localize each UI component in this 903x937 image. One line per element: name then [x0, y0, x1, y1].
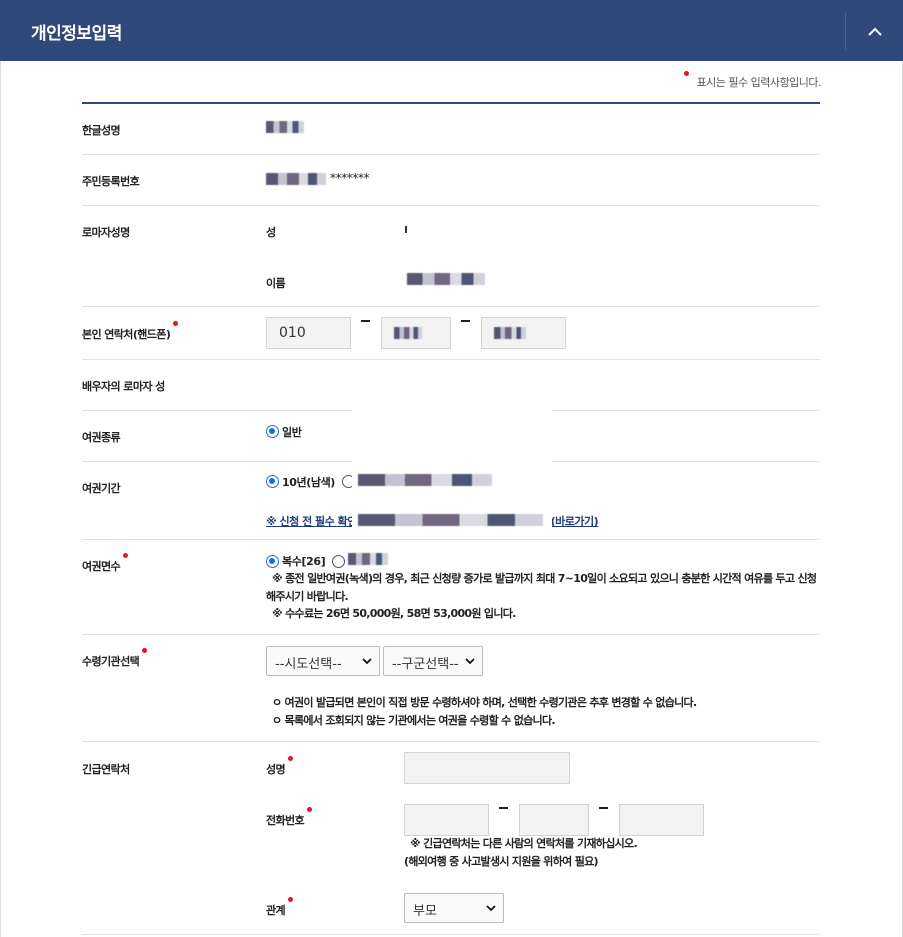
- pages-58-label-masked: [348, 553, 388, 565]
- row-divider: [82, 306, 820, 307]
- passport-type-general-label: 일반: [282, 426, 302, 439]
- passport-period-other-masked-top: [358, 474, 492, 486]
- gugun-select-value: --구군선택--: [392, 657, 459, 672]
- gugun-select[interactable]: --구군선택--: [383, 646, 483, 676]
- pre-check-link-masked-top: [358, 514, 543, 526]
- emergency-name-label: 성명: [266, 756, 294, 777]
- emergency-contact-label: 긴급연락처: [82, 763, 130, 776]
- pickup-notice-2: ㅇ 목록에서 조회되지 않는 기관에서는 여권을 수령할 수 없습니다.: [272, 714, 556, 727]
- chevron-down-icon: [486, 905, 496, 912]
- spouse-roman-label: 배우자의 로마자 성: [82, 380, 165, 393]
- phone-label-text: 본인 연락처(핸드폰): [82, 328, 171, 341]
- passport-type-label: 여권종류: [82, 431, 121, 444]
- emergency-name-label-text: 성명: [266, 763, 286, 776]
- emergency-phone-middle-input[interactable]: [519, 804, 589, 836]
- phone-middle-input[interactable]: [381, 317, 451, 349]
- phone-dash: [599, 807, 608, 809]
- chevron-down-icon: [362, 658, 372, 665]
- korean-name-label: 한글성명: [82, 124, 121, 137]
- passport-period-10y-radio[interactable]: [266, 475, 279, 488]
- table-top-border: [82, 102, 820, 104]
- relation-select[interactable]: 부모: [404, 893, 504, 923]
- phone-last-masked: [494, 327, 526, 339]
- phone-dash: [499, 807, 508, 809]
- row-divider: [82, 154, 820, 155]
- required-dot-icon: [683, 71, 689, 76]
- phone-dash: [361, 320, 370, 322]
- required-note: 표시는 필수 입력사항입니다.: [683, 71, 822, 90]
- pickup-office-label-text: 수령기관선택: [82, 655, 140, 668]
- pickup-office-label: 수령기관선택: [82, 648, 148, 669]
- row-divider: [82, 634, 820, 635]
- pickup-notice-1: ㅇ 여권이 발급되면 본인이 직접 방문 수령하셔야 하며, 선택한 수령기관은…: [272, 696, 697, 709]
- roman-surname-label: 성: [266, 226, 276, 239]
- passport-pages-label: 여권면수: [82, 553, 129, 574]
- passport-type-general-radio[interactable]: [266, 425, 279, 438]
- roman-given-label: 이름: [266, 277, 286, 290]
- phone-middle-masked: [394, 327, 422, 339]
- fee-notice: ※ 수수료는 26면 50,000원, 58면 53,000원 입니다.: [272, 607, 516, 620]
- pages-26-label: 복수[26]: [282, 555, 326, 568]
- rrn-label: 주민등록번호: [82, 175, 140, 188]
- section-title: 개인정보입력: [31, 24, 122, 44]
- roman-name-label: 로마자성명: [82, 226, 130, 239]
- passport-period-10y-label: 10년(남색): [282, 476, 335, 489]
- row-divider: [82, 934, 820, 935]
- relation-label: 관계: [266, 897, 294, 918]
- pages-notice: ※ 종전 일반여권(녹색)의 경우, 최근 신청량 증가로 발급까지 최대 7~…: [266, 572, 817, 603]
- roman-surname-fragment: [405, 226, 407, 233]
- phone-dash: [461, 320, 470, 322]
- phone-label: 본인 연락처(핸드폰): [82, 321, 179, 342]
- roman-given-value-masked: [407, 273, 485, 285]
- phone-last-input[interactable]: [481, 317, 566, 349]
- relation-label-text: 관계: [266, 904, 286, 917]
- chevron-down-icon: [465, 658, 475, 665]
- passport-period-label: 여권기간: [82, 482, 121, 495]
- sido-select[interactable]: --시도선택--: [266, 646, 380, 676]
- emergency-phone-last-input[interactable]: [619, 804, 704, 836]
- chevron-up-icon: [867, 27, 882, 36]
- emergency-phone-note-2: (해외여행 중 사고발생시 지원을 위하여 필요): [404, 855, 599, 868]
- row-divider: [82, 359, 820, 360]
- passport-pages-label-text: 여권면수: [82, 560, 121, 573]
- row-divider: [82, 205, 820, 206]
- emergency-name-input[interactable]: [404, 752, 570, 784]
- korean-name-value-masked: [266, 121, 304, 133]
- row-divider: [82, 539, 820, 540]
- row-divider: [82, 741, 820, 742]
- required-note-text: 표시는 필수 입력사항입니다.: [696, 76, 822, 89]
- relation-select-value: 부모: [413, 904, 437, 919]
- rrn-masked-suffix: *******: [330, 171, 370, 185]
- pages-26-radio[interactable]: [266, 555, 279, 568]
- emergency-phone-note-1: ※ 긴급연락처는 다른 사람의 연락처를 기재하십시오.: [410, 837, 638, 850]
- pages-58-radio[interactable]: [332, 555, 345, 568]
- rrn-value-masked: [266, 173, 326, 185]
- emergency-phone-label: 전화번호: [266, 807, 313, 828]
- emergency-phone-first-input[interactable]: [404, 804, 489, 836]
- section-header: 개인정보입력: [0, 0, 903, 61]
- emergency-phone-label-text: 전화번호: [266, 814, 305, 827]
- pre-check-link[interactable]: ※ 신청 전 필수 확인: [266, 513, 357, 529]
- sido-select-value: --시도선택--: [275, 657, 342, 672]
- phone-prefix-input[interactable]: 010: [266, 317, 351, 349]
- collapse-button[interactable]: [846, 0, 903, 61]
